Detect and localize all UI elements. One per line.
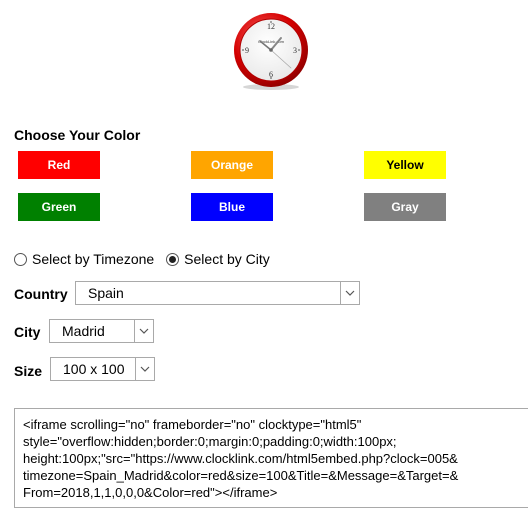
chevron-down-icon [134,320,153,342]
radio-label-city[interactable]: Select by City [184,251,270,267]
chevron-down-icon [340,282,359,304]
size-select-value: 100 x 100 [63,361,125,377]
color-orange-button[interactable]: Orange [191,151,273,179]
clock-numeral-12: 12 [267,22,275,31]
size-select[interactable]: 100 x 100 [50,357,155,381]
country-select[interactable]: Spain [75,281,360,305]
color-gray-button[interactable]: Gray [364,193,446,221]
city-select[interactable]: Madrid [49,319,154,343]
city-select-value: Madrid [62,323,105,339]
color-green-button[interactable]: Green [18,193,100,221]
clock-numeral-6: 6 [269,70,273,79]
clock-icon: 12 3 6 9 ClockLink.com [234,13,308,90]
size-label: Size [14,363,43,379]
color-blue-button[interactable]: Blue [191,193,273,221]
select-mode-group: Select by Timezone Select by City [14,251,282,267]
color-red-button[interactable]: Red [18,151,100,179]
choose-color-heading: Choose Your Color [14,127,141,143]
clock-numeral-9: 9 [245,46,249,55]
radio-select-by-city[interactable] [166,252,180,266]
clock-preview: 12 3 6 9 ClockLink.com [231,10,311,92]
city-label: City [14,324,41,340]
radio-select-by-timezone[interactable] [14,252,27,266]
chevron-down-icon [135,358,154,380]
clock-numeral-3: 3 [293,46,297,55]
embed-code-textarea[interactable]: <iframe scrolling="no" frameborder="no" … [14,408,528,508]
color-yellow-button[interactable]: Yellow [364,151,446,179]
country-label: Country [14,286,68,302]
country-select-value: Spain [88,285,124,301]
radio-label-timezone[interactable]: Select by Timezone [32,251,154,267]
